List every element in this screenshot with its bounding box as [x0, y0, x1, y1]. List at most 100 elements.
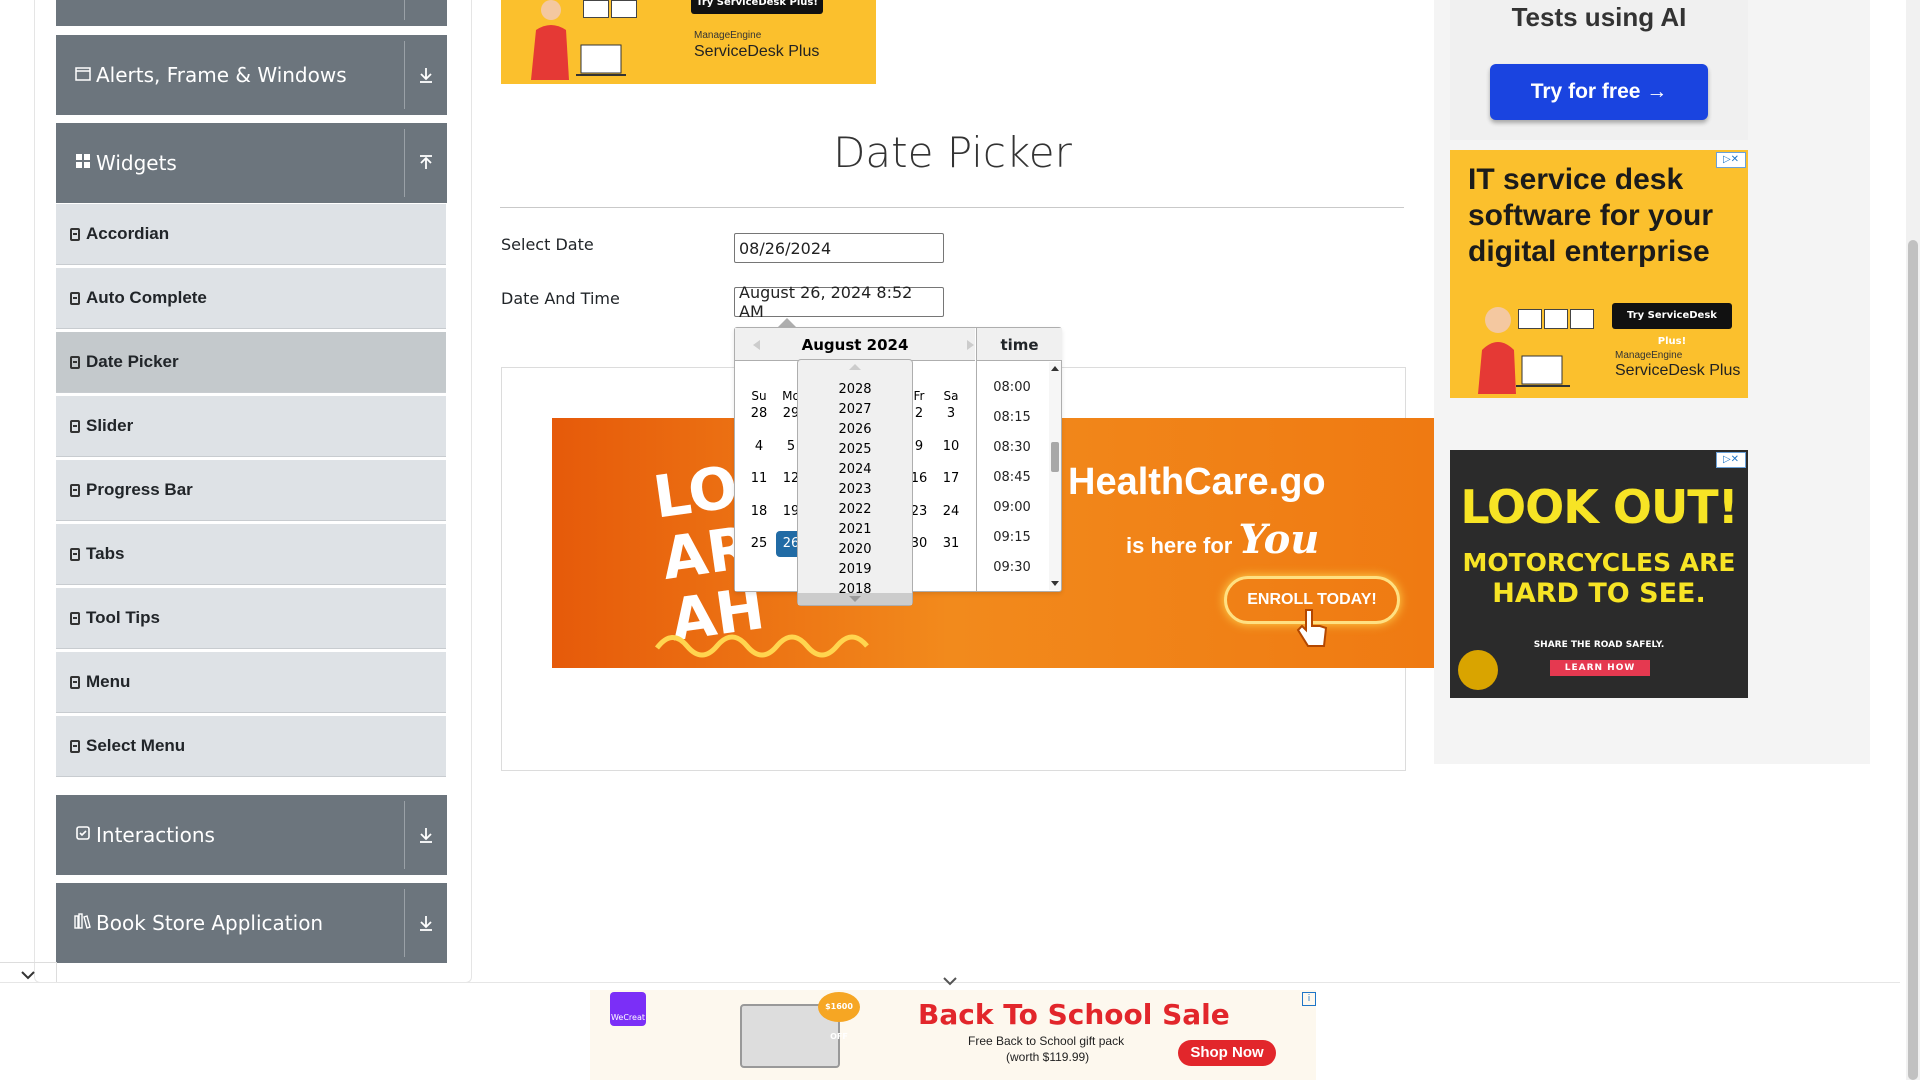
banner-tagline-em: You [1238, 516, 1320, 563]
year-option[interactable]: 2022 [798, 502, 912, 517]
calendar-header: August 2024 [735, 328, 975, 361]
sidebar-item-date-picker[interactable]: Date Picker [56, 332, 446, 393]
year-dropdown[interactable]: 2028 2027 2026 2025 2024 2023 2022 2021 2020 2019… [797, 359, 913, 606]
scroll-thumb[interactable] [1051, 442, 1059, 472]
title-divider [500, 207, 1404, 208]
year-option[interactable]: 2027 [798, 402, 912, 417]
item-icon [70, 227, 80, 241]
upload-icon[interactable] [405, 123, 447, 203]
right-top-ad[interactable]: Tests using AI Try for free → [1450, 0, 1748, 140]
time-option[interactable]: 08:00 [977, 380, 1047, 395]
year-up-icon[interactable] [849, 364, 861, 370]
year-option[interactable]: 2028 [798, 382, 912, 397]
year-option[interactable]: 2024 [798, 462, 912, 477]
sidebar-item-label: Slider [86, 416, 134, 435]
year-option[interactable]: 2023 [798, 482, 912, 497]
page-title: Date Picker [833, 128, 1072, 177]
group-widgets[interactable]: Widgets [56, 123, 447, 203]
calendar-day[interactable]: 11 [744, 466, 774, 492]
group-book-store[interactable]: Book Store Application [56, 883, 447, 963]
bottom-ad[interactable]: WeCreat $1600 OFF Back To School Sale Fr… [590, 990, 1316, 1080]
scroll-up-icon[interactable] [1051, 366, 1059, 371]
sidebar-item-label: Auto Complete [86, 288, 207, 307]
scroll-down-icon[interactable] [1051, 581, 1059, 586]
time-option[interactable]: 09:00 [977, 500, 1047, 515]
select-date-input[interactable]: 08/26/2024 [734, 233, 944, 263]
banner-brand: HealthCare.go [1068, 461, 1326, 503]
year-down-bar[interactable] [798, 593, 912, 605]
chevron-down-icon [21, 971, 35, 980]
sidebar-item-progress-bar[interactable]: Progress Bar [56, 460, 446, 521]
time-option[interactable]: 09:15 [977, 530, 1047, 545]
time-option[interactable]: 08:15 [977, 410, 1047, 425]
sidebar-item-menu[interactable]: Menu [56, 652, 446, 713]
group-label: Alerts, Frame & Windows [96, 63, 347, 87]
time-option[interactable]: 08:30 [977, 440, 1047, 455]
sidebar-item-label: Select Menu [86, 736, 186, 755]
calendar-day[interactable]: 4 [744, 434, 774, 460]
calendar-day[interactable]: 28 [744, 401, 774, 427]
item-icon [70, 675, 80, 689]
group-label: Interactions [96, 823, 215, 847]
calendar-day[interactable]: 18 [744, 499, 774, 525]
info-icon[interactable]: i [1302, 992, 1316, 1006]
sidebar-item-accordian[interactable]: Accordian [56, 204, 446, 265]
calendar-day[interactable]: 24 [936, 499, 966, 525]
sidebar-item-tool-tips[interactable]: Tool Tips [56, 588, 446, 649]
sidebar-item-tabs[interactable]: Tabs [56, 524, 446, 585]
calendar-day[interactable]: 10 [936, 434, 966, 460]
select-date-label: Select Date [501, 235, 594, 254]
sidebar-item-label: Progress Bar [86, 480, 193, 499]
calendar-day[interactable]: 3 [936, 401, 966, 427]
year-option[interactable]: 2026 [798, 422, 912, 437]
sidebar-item-slider[interactable]: Slider [56, 396, 446, 457]
year-option[interactable]: 2021 [798, 522, 912, 537]
time-option[interactable]: 08:45 [977, 470, 1047, 485]
year-option[interactable]: 2020 [798, 542, 912, 557]
time-panel: time 08:00 08:15 08:30 08:45 09:00 09:15… [976, 328, 1062, 591]
calendar-day[interactable]: 25 [744, 531, 774, 557]
time-scrollbar[interactable] [1049, 362, 1061, 590]
time-option[interactable]: 09:30 [977, 560, 1047, 575]
group-interactions[interactable]: Interactions [56, 795, 447, 875]
chevron-down-icon[interactable] [942, 975, 958, 987]
sidebar-item-select-menu[interactable]: Select Menu [56, 716, 446, 777]
item-icon [70, 355, 80, 369]
sidebar-item-auto-complete[interactable]: Auto Complete [56, 268, 446, 329]
sidebar-item-label: Tabs [86, 544, 125, 563]
date-time-label: Date And Time [501, 289, 620, 308]
calendar-day[interactable]: 17 [936, 466, 966, 492]
page-scroll-thumb[interactable] [1908, 240, 1918, 1080]
calendar-day[interactable]: 31 [936, 531, 966, 557]
ad-headline: Back To School Sale [918, 998, 1230, 1031]
try-free-button: Try for free → [1490, 64, 1708, 120]
year-option[interactable]: 2025 [798, 442, 912, 457]
interactions-icon [74, 825, 92, 845]
adchoices-icon[interactable]: ▷✕ [1716, 452, 1746, 468]
download-icon[interactable] [405, 35, 447, 115]
item-icon [70, 483, 80, 497]
download-icon[interactable] [405, 883, 447, 963]
group-header-partial[interactable] [56, 0, 447, 26]
download-icon[interactable] [405, 795, 447, 875]
right-bottom-ad[interactable]: ▷✕ LOOK OUT! MOTORCYCLES ARE HARD TO SEE… [1450, 450, 1748, 698]
banner-tagline-text: is here for [1126, 533, 1233, 558]
year-down-icon[interactable] [849, 596, 861, 602]
year-option[interactable]: 2019 [798, 562, 912, 577]
right-mid-ad[interactable]: ▷✕ IT service desk software for your dig… [1450, 150, 1748, 398]
popup-arrow [778, 318, 796, 327]
date-time-input[interactable]: August 26, 2024 8:52 AM [734, 283, 944, 321]
ad-line1: LOOK OUT! [1460, 480, 1738, 534]
top-ad[interactable]: Try ServiceDesk Plus! ManageEngine Servi… [501, 0, 876, 84]
ad-sub1: Free Back to School gift pack [968, 1034, 1125, 1048]
ad-line4: SHARE THE ROAD SAFELY. [1533, 640, 1665, 650]
group-label: Book Store Application [96, 911, 324, 935]
group-alerts-frame-windows[interactable]: Alerts, Frame & Windows [56, 35, 447, 115]
banner-tagline: is here for You [1126, 516, 1319, 563]
ad-line2: MOTORCYCLES ARE [1462, 548, 1736, 577]
month-label[interactable]: August 2024 [735, 336, 975, 354]
sidebar-item-label: Date Picker [86, 352, 179, 371]
ad-brand: ManageEngine [694, 30, 762, 41]
next-month-icon[interactable] [967, 340, 974, 350]
widgets-icon [74, 153, 92, 173]
